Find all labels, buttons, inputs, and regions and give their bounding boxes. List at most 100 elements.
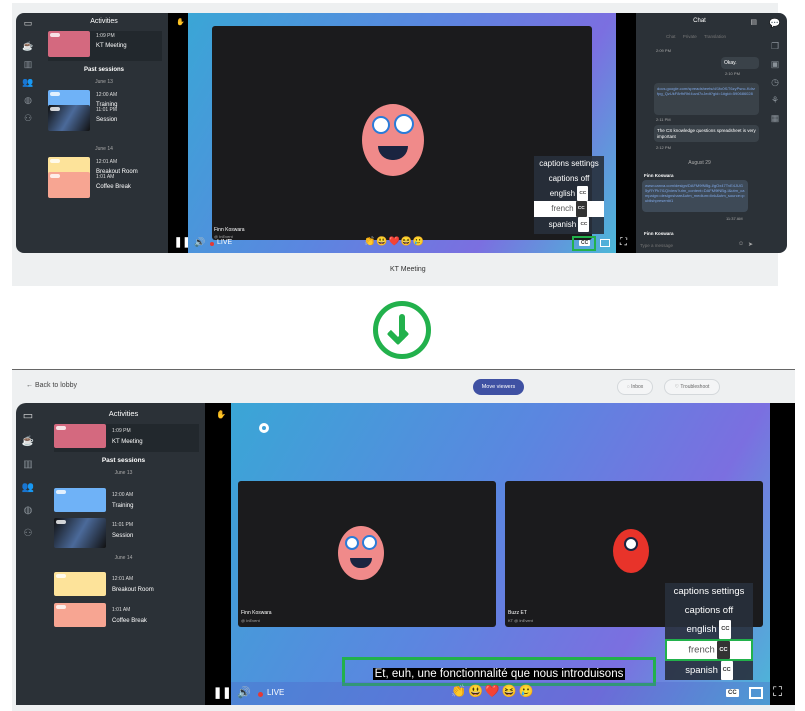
captions-off-item[interactable]: captions off: [534, 171, 604, 186]
session-item[interactable]: 11:01 PM Session: [48, 105, 162, 135]
document-icon[interactable]: ▤: [750, 18, 757, 26]
chat-message-link[interactable]: www.canva.com/design/DAFM9fNBg-I/gOx47Tv…: [642, 180, 748, 212]
tab-translation[interactable]: Translation: [704, 34, 726, 39]
group-icon[interactable]: ⚇: [16, 113, 40, 124]
cry-reaction[interactable]: 🥲: [519, 684, 536, 698]
session-time: 12:00 AM: [112, 492, 134, 498]
caption-spanish-item[interactable]: spanish CC: [534, 217, 604, 233]
tab-chat[interactable]: Chat: [666, 34, 676, 39]
captions-button[interactable]: CC: [572, 236, 596, 251]
bottom-video: Finn Koswara @ InEvent Buzz ET KT @ InEv…: [231, 403, 770, 705]
back-to-lobby-link[interactable]: ← Back to lobby: [26, 382, 77, 389]
send-icon[interactable]: ➤: [748, 241, 753, 248]
session-item[interactable]: 1:01 AM Coffee Break: [48, 172, 162, 202]
grid-icon[interactable]: ▦: [763, 113, 787, 124]
caption-spanish-item[interactable]: spanish CC: [665, 661, 753, 680]
sender-name: Finn Koswara: [644, 173, 674, 178]
qa-icon[interactable]: ❐: [763, 41, 787, 52]
caption-english-item[interactable]: english CC: [665, 620, 753, 639]
laugh-reaction[interactable]: 😆: [401, 236, 413, 246]
session-item[interactable]: 12:01 AM Breakout Room: [54, 572, 199, 602]
hand-icon[interactable]: ✋: [216, 410, 226, 419]
globe-icon[interactable]: ◍: [16, 505, 40, 516]
heart-reaction[interactable]: ❤️: [388, 236, 400, 246]
reaction-bar: 👏😃❤️😆🥲: [451, 684, 536, 698]
chat-message-link[interactable]: docs.google.com/spreadsheets/d/1fo0f1T6z…: [654, 83, 759, 115]
caption-english-item[interactable]: english CC: [534, 186, 604, 202]
coffee-icon[interactable]: ☕: [16, 41, 40, 52]
captions-button[interactable]: CC: [726, 689, 739, 697]
date-label: June 13: [114, 470, 133, 476]
speaker-org: @ InEvent: [241, 618, 260, 623]
heart-reaction[interactable]: ❤️: [485, 684, 502, 698]
live-label: LIVE: [217, 239, 233, 246]
volume-icon[interactable]: 🔊: [194, 237, 205, 248]
cry-reaction[interactable]: 🥲: [413, 236, 425, 246]
session-item[interactable]: 1:01 AM Coffee Break: [54, 603, 199, 633]
pip-icon[interactable]: [600, 239, 610, 247]
session-current[interactable]: 1:09 PM KT Meeting: [54, 424, 199, 452]
video-tile: Finn Koswara @ InEvent: [238, 481, 496, 627]
session-current[interactable]: 1:09 PM KT Meeting: [48, 31, 162, 61]
pause-icon[interactable]: ❚❚: [213, 686, 231, 699]
fullscreen-icon[interactable]: ⛶: [773, 684, 782, 700]
volume-icon[interactable]: 🔊: [237, 686, 251, 699]
avatar: [362, 104, 424, 176]
fullscreen-icon[interactable]: ⛶: [620, 237, 627, 248]
avatar: [613, 529, 649, 573]
chat-icon[interactable]: 💬: [763, 18, 787, 29]
session-time: 11:01 PM: [112, 522, 134, 528]
move-viewers-button[interactable]: Move viewers: [473, 379, 524, 395]
caption-french-item[interactable]: french CC: [534, 201, 604, 217]
tab-private[interactable]: Private: [683, 34, 697, 39]
arrow-left-icon: ←: [26, 382, 33, 389]
board-icon[interactable]: ▥: [16, 59, 40, 70]
clap-reaction[interactable]: 👏: [451, 684, 468, 698]
session-time: 12:01 AM: [112, 576, 134, 582]
board-icon[interactable]: ▥: [16, 459, 40, 470]
pip-icon[interactable]: [749, 687, 763, 699]
message-time: 11:37 AM: [726, 216, 743, 221]
past-sessions-header: Past sessions: [83, 67, 125, 73]
cc-icon: CC: [577, 186, 589, 202]
session-time: 12:01 AM: [96, 159, 118, 165]
laptop-icon[interactable]: ▭: [16, 409, 40, 422]
group-icon[interactable]: ⚇: [16, 528, 40, 539]
top-left-strip: ✋ ❚❚: [168, 13, 191, 253]
clap-reaction[interactable]: 👏: [364, 236, 376, 246]
session-item[interactable]: 11:01 PM Session: [54, 518, 199, 548]
session-time: 1:09 PM: [96, 33, 115, 39]
captions-off-item[interactable]: captions off: [665, 601, 753, 620]
timer-icon[interactable]: ◷: [763, 77, 787, 88]
captions-menu: captions settings captions off english C…: [665, 583, 753, 680]
coffee-icon[interactable]: ☕: [16, 436, 40, 447]
smile-reaction[interactable]: 😃: [468, 684, 485, 698]
chat-input[interactable]: [640, 240, 735, 250]
session-name: KT Meeting: [112, 439, 143, 445]
caption-french-item[interactable]: french CC: [665, 639, 753, 661]
troubleshoot-button[interactable]: ♡ Troubleshoot: [664, 379, 720, 395]
people-icon[interactable]: 👥: [16, 482, 40, 493]
session-item[interactable]: 12:00 AM Training: [54, 488, 199, 518]
gift-icon[interactable]: ⚘: [763, 95, 787, 106]
session-name: Coffee Break: [112, 618, 147, 624]
chat-title: Chat: [693, 18, 706, 24]
people-icon[interactable]: 👥: [16, 77, 40, 88]
session-time: 11:01 PM: [96, 107, 118, 113]
laugh-reaction[interactable]: 😆: [502, 684, 519, 698]
captions-settings-item[interactable]: captions settings: [665, 583, 753, 601]
inbox-button[interactable]: ◌ Inbox: [617, 379, 653, 395]
globe-icon[interactable]: ◍: [16, 95, 40, 106]
hand-icon[interactable]: ✋: [176, 18, 185, 26]
bottom-sidebar: Activities 1:09 PM KT Meeting Past sessi…: [42, 403, 205, 705]
session-name: Training: [112, 503, 134, 509]
laptop-icon[interactable]: ▭: [16, 18, 40, 29]
image-icon[interactable]: ▣: [763, 59, 787, 70]
smile-reaction[interactable]: 😃: [376, 236, 388, 246]
emoji-icon[interactable]: ☺: [738, 241, 744, 247]
captions-settings-item[interactable]: captions settings: [534, 156, 604, 171]
caption-text: Et, euh, une fonctionnalité que nous int…: [372, 668, 626, 680]
session-time: 1:09 PM: [112, 428, 131, 434]
speaker-name: Buzz ET: [508, 610, 527, 616]
date-divider: August 29: [688, 160, 711, 166]
